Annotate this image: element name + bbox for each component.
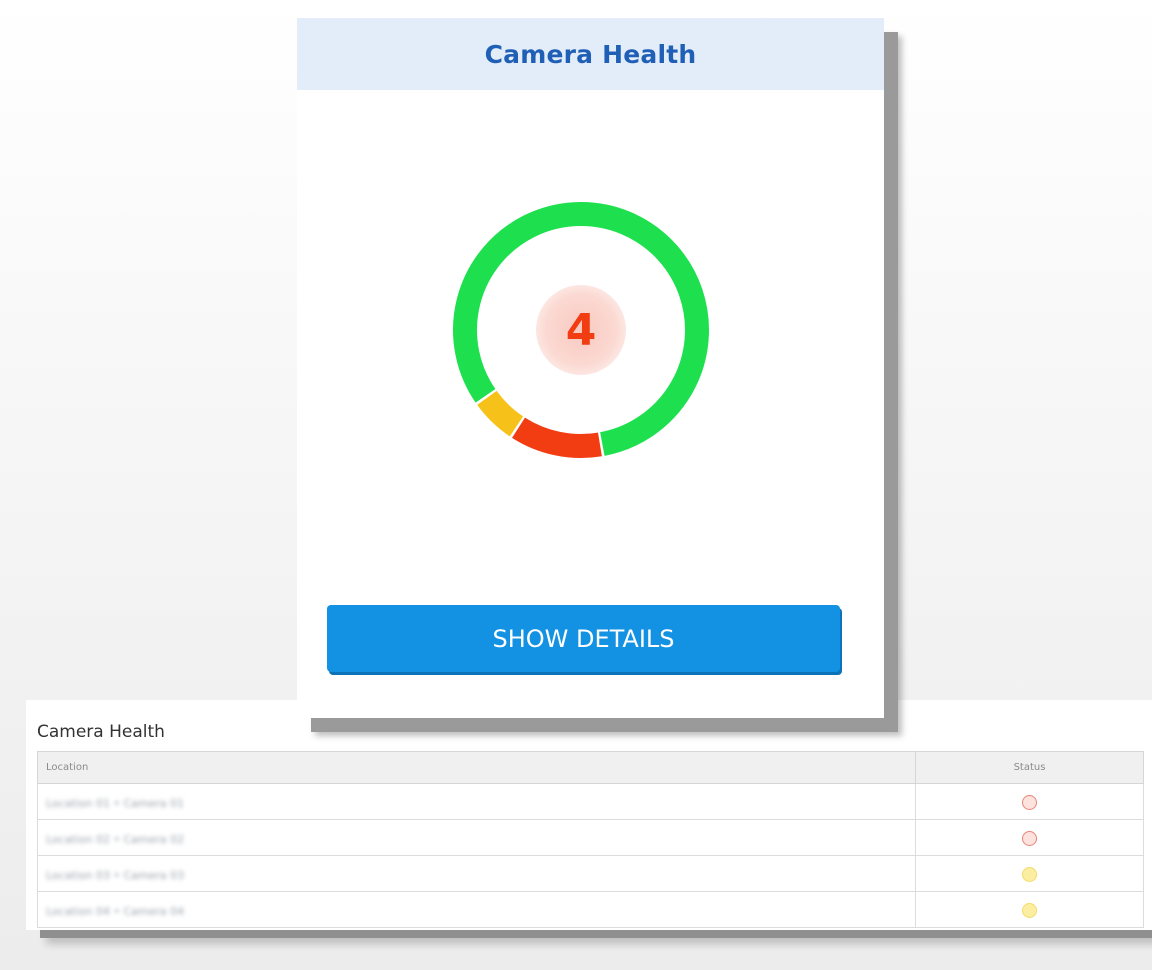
location-text: Location 04 • Camera 04 <box>46 905 185 918</box>
table-row[interactable]: Location 04 • Camera 04 <box>37 891 1144 928</box>
donut-segment-warning[interactable] <box>477 390 524 437</box>
panel-title: Camera Health <box>37 722 165 742</box>
status-cell <box>915 783 1144 820</box>
status-yellow-icon <box>1022 867 1037 882</box>
card-header: Camera Health <box>297 18 884 90</box>
show-details-button[interactable]: SHOW DETAILS <box>327 605 840 672</box>
status-cell <box>915 855 1144 892</box>
location-text: Location 03 • Camera 03 <box>46 869 185 882</box>
donut-segment-offline[interactable] <box>512 417 602 458</box>
unhealthy-camera-count: 4 <box>565 304 597 356</box>
column-header-location[interactable]: Location <box>37 751 916 784</box>
location-text: Location 01 • Camera 01 <box>46 797 185 810</box>
location-cell: Location 04 • Camera 04 <box>37 891 916 928</box>
status-yellow-icon <box>1022 903 1037 918</box>
table-header-row: Location Status <box>37 751 1144 784</box>
status-red-icon <box>1022 795 1037 810</box>
table-row[interactable]: Location 01 • Camera 01 <box>37 783 1144 820</box>
column-header-status[interactable]: Status <box>915 751 1144 784</box>
camera-health-card: Camera Health 4 SHOW DETAILS <box>297 18 884 718</box>
location-cell: Location 02 • Camera 02 <box>37 819 916 856</box>
table-row[interactable]: Location 03 • Camera 03 <box>37 855 1144 892</box>
card-title: Camera Health <box>484 39 697 69</box>
status-cell <box>915 891 1144 928</box>
location-cell: Location 03 • Camera 03 <box>37 855 916 892</box>
table-row[interactable]: Location 02 • Camera 02 <box>37 819 1144 856</box>
camera-health-detail-panel: Camera Health Location Status Location 0… <box>26 700 1152 930</box>
donut-center: 4 <box>536 285 626 375</box>
location-text: Location 02 • Camera 02 <box>46 833 185 846</box>
camera-health-table: Location Status Location 01 • Camera 01 … <box>37 751 1144 928</box>
status-cell <box>915 819 1144 856</box>
location-cell: Location 01 • Camera 01 <box>37 783 916 820</box>
status-red-icon <box>1022 831 1037 846</box>
camera-health-donut: 4 <box>449 198 713 462</box>
